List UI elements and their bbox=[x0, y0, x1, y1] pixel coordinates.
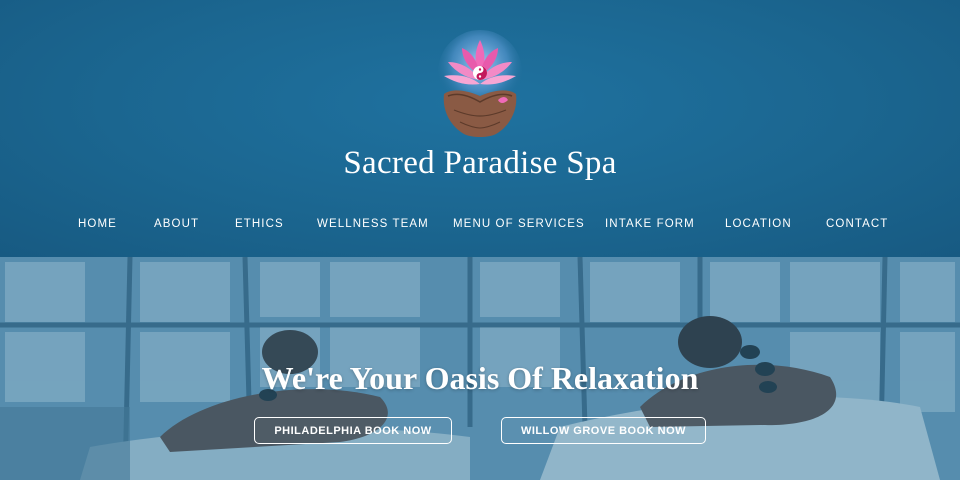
main-nav: HOME ABOUT ETHICS WELLNESS TEAM MENU OF … bbox=[0, 218, 960, 236]
nav-item-location[interactable]: LOCATION bbox=[725, 218, 792, 230]
philadelphia-book-now-button[interactable]: PHILADELPHIA BOOK NOW bbox=[254, 417, 452, 444]
nav-item-ethics[interactable]: ETHICS bbox=[235, 218, 284, 230]
nav-item-intake-form[interactable]: INTAKE FORM bbox=[605, 218, 695, 230]
nav-item-menu-of-services[interactable]: MENU OF SERVICES bbox=[453, 218, 585, 230]
willow-grove-book-now-button[interactable]: WILLOW GROVE BOOK NOW bbox=[501, 417, 706, 444]
hero-section: We're Your Oasis Of Relaxation PHILADELP… bbox=[0, 257, 960, 480]
nav-item-contact[interactable]: CONTACT bbox=[826, 218, 888, 230]
site-header: Sacred Paradise Spa HOME ABOUT ETHICS WE… bbox=[0, 0, 960, 257]
nav-item-home[interactable]: HOME bbox=[78, 218, 117, 230]
nav-item-about[interactable]: ABOUT bbox=[154, 218, 199, 230]
lotus-yin-yang-hands-icon[interactable] bbox=[436, 30, 524, 142]
site-title[interactable]: Sacred Paradise Spa bbox=[0, 145, 960, 182]
hero-headline: We're Your Oasis Of Relaxation bbox=[261, 360, 699, 396]
nav-item-wellness-team[interactable]: WELLNESS TEAM bbox=[317, 218, 429, 230]
